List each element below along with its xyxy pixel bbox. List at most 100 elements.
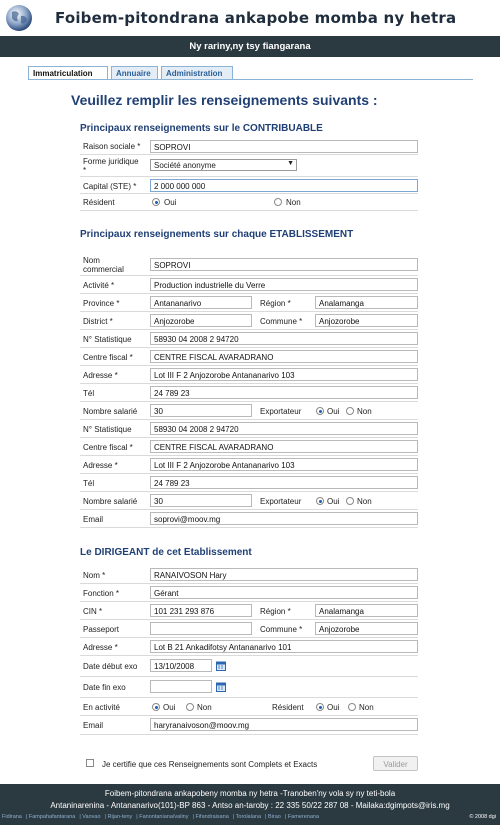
- page-heading: Veuillez remplir les renseignements suiv…: [71, 92, 378, 108]
- exportateur-non-radio[interactable]: [346, 407, 354, 415]
- certify-checkbox[interactable]: [86, 759, 94, 767]
- nom-commercial-label-2: commercial: [83, 265, 124, 274]
- nom-commercial-input[interactable]: SOPROVI: [150, 258, 418, 271]
- exportateur-oui-label: Oui: [327, 497, 340, 506]
- dirigeant-email-input[interactable]: haryranaivoson@moov.mg: [150, 718, 418, 731]
- footer-link[interactable]: Famerenana: [288, 814, 319, 820]
- dirigeant-commune-label: Commune *: [260, 625, 303, 634]
- dirigeant-region-input[interactable]: Analamanga: [315, 604, 418, 617]
- adresse-label: Adresse *: [83, 371, 118, 380]
- row-salarie-1: Nombre salarié 30 Exportateur Oui Non: [80, 402, 418, 420]
- certify-label: Je certifie que ces Renseignements sont …: [102, 760, 318, 769]
- dirigeant-resident-non-radio[interactable]: [348, 703, 356, 711]
- statistique-input[interactable]: 58930 04 2008 2 94720: [150, 332, 418, 345]
- resident-non-radio[interactable]: [274, 198, 282, 206]
- footer-link[interactable]: Vaovao: [82, 814, 100, 820]
- section-title-dirigeant: Le DIRIGEANT de cet Etablissement: [80, 547, 252, 558]
- adresse-input[interactable]: Lot III F 2 Anjozorobe Antananarivo 103: [150, 368, 418, 381]
- adresse-input[interactable]: Lot III F 2 Anjozorobe Antananarivo 103: [150, 458, 418, 471]
- etab-region-input[interactable]: Analamanga: [315, 296, 418, 309]
- salarie-label: Nombre salarié: [83, 497, 138, 506]
- date-debut-input[interactable]: 13/10/2008: [150, 659, 212, 672]
- tel-input[interactable]: 24 789 23: [150, 476, 418, 489]
- site-title: Foibem-pitondrana ankapobe momba ny hetr…: [55, 9, 457, 27]
- activite-non-radio[interactable]: [186, 703, 194, 711]
- tel-input[interactable]: 24 789 23: [150, 386, 418, 399]
- calendar-icon[interactable]: [216, 682, 226, 692]
- activite-input[interactable]: Production industrielle du Verre: [150, 278, 418, 291]
- row-tel-2: Tél 24 789 23: [80, 474, 418, 492]
- centre-fiscal-label: Centre fiscal *: [83, 443, 133, 452]
- etab-commune-input[interactable]: Anjozorobe: [315, 314, 418, 327]
- nom-commercial-label: Nom: [83, 256, 100, 265]
- exportateur-oui-radio[interactable]: [316, 407, 324, 415]
- row-nom-commercial: Nom commercial SOPROVI: [80, 254, 418, 276]
- footer-link[interactable]: Fidirana: [2, 814, 22, 820]
- forme-juridique-required: *: [83, 166, 87, 175]
- row-resident: Résident Oui Non: [80, 194, 418, 211]
- tab-administration[interactable]: Administration: [161, 66, 233, 80]
- dirigeant-resident-oui-radio[interactable]: [316, 703, 324, 711]
- cin-input[interactable]: 101 231 293 876: [150, 604, 252, 617]
- footer-line-1: Foibem-pitondrana ankapobeny momba ny he…: [104, 789, 396, 798]
- salarie-input[interactable]: 30: [150, 404, 252, 417]
- valider-button[interactable]: Valider: [373, 756, 418, 771]
- tab-immatriculation[interactable]: Immatriculation: [28, 66, 108, 80]
- footer-copyright: © 2008 dgi: [469, 814, 496, 820]
- dirigeant-resident-oui-label: Oui: [327, 703, 340, 712]
- centre-fiscal-input[interactable]: CENTRE FISCAL AVARADRANO: [150, 350, 418, 363]
- etab-region-label: Région *: [260, 299, 291, 308]
- site-header: Foibem-pitondrana ankapobe momba ny hetr…: [0, 0, 500, 36]
- dirigeant-adresse-input[interactable]: Lot B 21 Ankadifotsy Antananarivo 101: [150, 640, 418, 653]
- row-tel-1: Tél 24 789 23: [80, 384, 418, 402]
- centre-fiscal-input[interactable]: CENTRE FISCAL AVARADRANO: [150, 440, 418, 453]
- province-input[interactable]: Antananarivo: [150, 296, 252, 309]
- row-district-commune: District * Anjozorobe Commune * Anjozoro…: [80, 312, 418, 330]
- row-adresse-1: Adresse * Lot III F 2 Anjozorobe Antanan…: [80, 366, 418, 384]
- tab-annuaire[interactable]: Annuaire: [111, 66, 158, 80]
- dirigeant-nom-input[interactable]: RANAIVOSON Hary: [150, 568, 418, 581]
- footer-link[interactable]: Fampahafantarana: [29, 814, 75, 820]
- statistique-input[interactable]: 58930 04 2008 2 94720: [150, 422, 418, 435]
- row-date-fin: Date fin exo: [80, 677, 418, 698]
- fonction-label: Fonction *: [83, 589, 120, 598]
- activite-oui-label: Oui: [163, 703, 176, 712]
- row-centre-fiscal-1: Centre fiscal * CENTRE FISCAL AVARADRANO: [80, 348, 418, 366]
- capital-label: Capital (STE) *: [83, 182, 137, 191]
- resident-oui-radio[interactable]: [152, 198, 160, 206]
- footer-link[interactable]: Rijan-teny: [108, 814, 133, 820]
- district-input[interactable]: Anjozorobe: [150, 314, 252, 327]
- calendar-icon[interactable]: [216, 661, 226, 671]
- dirigeant-commune-input[interactable]: Anjozorobe: [315, 622, 418, 635]
- activite-oui-radio[interactable]: [152, 703, 160, 711]
- capital-input[interactable]: 2 000 000 000: [150, 179, 418, 192]
- dirigeant-nom-label: Nom *: [83, 571, 106, 580]
- forme-juridique-value: Société anonyme: [154, 161, 216, 170]
- row-centre-fiscal-2: Centre fiscal * CENTRE FISCAL AVARADRANO: [80, 438, 418, 456]
- cin-label: CIN *: [83, 607, 103, 616]
- salarie-input[interactable]: 30: [150, 494, 252, 507]
- passeport-input[interactable]: [150, 622, 252, 635]
- exportateur-oui-radio[interactable]: [316, 497, 324, 505]
- etab-commune-label: Commune *: [260, 317, 303, 326]
- raison-sociale-input[interactable]: SOPROVI: [150, 140, 418, 153]
- etab-email-input[interactable]: soprovi@moov.mg: [150, 512, 418, 525]
- row-cin-region: CIN * 101 231 293 876 Région * Analamang…: [80, 602, 418, 620]
- date-fin-label: Date fin exo: [83, 683, 126, 692]
- footer-link[interactable]: Torolalana: [236, 814, 261, 820]
- footer-link[interactable]: Birao: [268, 814, 281, 820]
- footer-link[interactable]: Fifandraisana: [195, 814, 228, 820]
- section-title-contribuable: Principaux renseignements sur le CONTRIB…: [80, 123, 323, 134]
- passeport-label: Passeport: [83, 625, 120, 634]
- fonction-input[interactable]: Gérant: [150, 586, 418, 599]
- dirigeant-resident-label: Résident: [272, 703, 304, 712]
- exportateur-non-radio[interactable]: [346, 497, 354, 505]
- date-fin-input[interactable]: [150, 680, 212, 693]
- dirigeant-email-label: Email: [83, 721, 104, 730]
- statistique-label: N° Statistique: [83, 425, 132, 434]
- footer-link[interactable]: Fanontaniana/valiny: [139, 814, 188, 820]
- adresse-label: Adresse *: [83, 461, 118, 470]
- exportateur-label: Exportateur: [260, 407, 302, 416]
- forme-juridique-select[interactable]: Société anonyme ▼: [150, 159, 297, 171]
- province-label: Province *: [83, 299, 120, 308]
